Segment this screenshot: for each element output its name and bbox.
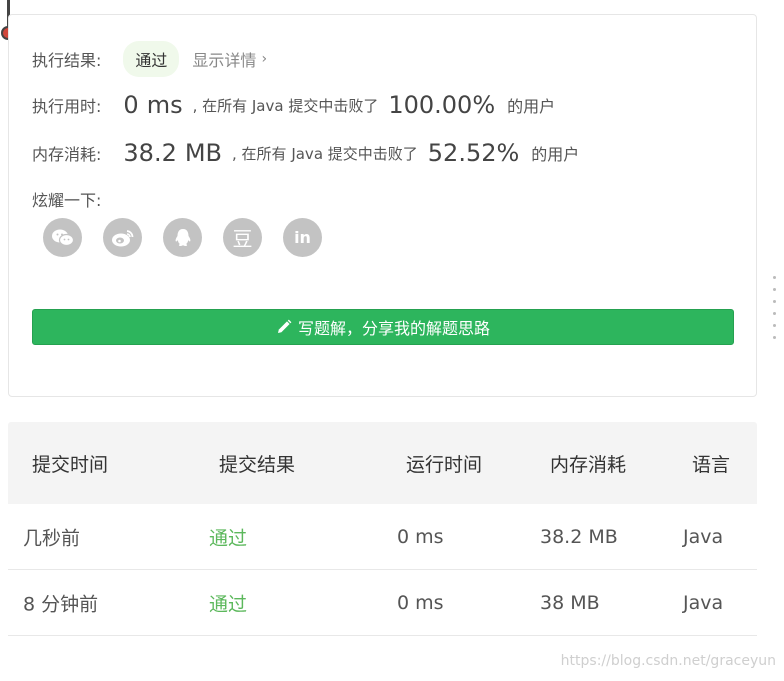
linkedin-glyph: in [294, 228, 311, 247]
runtime-users-text: 的用户 [507, 97, 556, 116]
memory-label: 内存消耗: [32, 145, 102, 164]
runtime-unit: ms [146, 91, 183, 119]
qq-icon[interactable] [163, 218, 202, 257]
table-row[interactable]: 8 分钟前 通过 0 ms 38 MB Java [8, 570, 757, 636]
result-card: 执行结果: 通过 显示详情 › 执行用时: 0 ms , 在所有 Java 提交… [8, 14, 757, 397]
write-solution-button[interactable]: 写题解，分享我的解题思路 [32, 309, 734, 345]
cell-runtime: 0 ms [397, 591, 444, 614]
memory-percent: 52.52% [427, 139, 520, 167]
runtime-label: 执行用时: [32, 97, 102, 116]
cell-language: Java [683, 591, 724, 614]
header-submit-time: 提交时间 [32, 453, 109, 476]
header-language: 语言 [692, 453, 731, 476]
douban-icon[interactable]: 豆 [223, 218, 262, 257]
header-submit-result: 提交结果 [219, 453, 296, 476]
douban-glyph: 豆 [232, 227, 253, 251]
pencil-icon [277, 319, 292, 333]
cell-time: 8 分钟前 [23, 593, 99, 615]
cell-language: Java [683, 525, 724, 548]
share-label: 炫耀一下: [32, 191, 102, 210]
memory-value: 38.2 [123, 139, 177, 167]
write-solution-label: 写题解，分享我的解题思路 [297, 319, 490, 338]
result-label: 执行结果: [32, 51, 102, 70]
memory-users-text: 的用户 [531, 145, 580, 164]
submissions-table: 提交时间 提交结果 运行时间 内存消耗 语言 几秒前 通过 0 ms 38.2 … [8, 422, 757, 636]
runtime-value: 0 [123, 91, 139, 119]
result-row: 执行结果: 通过 显示详情 › [32, 41, 267, 77]
runtime-beat-text: , 在所有 Java 提交中击败了 [192, 96, 379, 115]
cell-memory: 38.2 MB [540, 525, 618, 548]
header-memory: 内存消耗 [550, 453, 627, 476]
memory-row: 内存消耗: 38.2 MB , 在所有 Java 提交中击败了 52.52% 的… [32, 139, 579, 167]
runtime-percent: 100.00% [388, 91, 496, 119]
show-details-label: 显示详情 [192, 51, 257, 70]
share-icons: 豆 in [43, 218, 322, 257]
memory-beat-text: , 在所有 Java 提交中击败了 [232, 144, 418, 163]
header-runtime: 运行时间 [406, 453, 483, 476]
cell-runtime: 0 ms [397, 525, 444, 548]
status-badge: 通过 [123, 41, 180, 77]
cell-result-link[interactable]: 通过 [209, 589, 247, 616]
watermark: https://blog.csdn.net/graceyun [560, 653, 776, 669]
resize-handle[interactable] [773, 276, 777, 348]
linkedin-icon[interactable]: in [283, 218, 322, 257]
wechat-icon[interactable] [43, 218, 82, 257]
chevron-right-icon: › [261, 51, 268, 67]
share-row: 炫耀一下: [32, 187, 101, 211]
cell-memory: 38 MB [540, 591, 600, 614]
weibo-icon[interactable] [103, 218, 142, 257]
memory-unit: MB [184, 139, 223, 167]
table-header: 提交时间 提交结果 运行时间 内存消耗 语言 [8, 422, 757, 504]
table-row[interactable]: 几秒前 通过 0 ms 38.2 MB Java [8, 504, 757, 570]
cell-result-link[interactable]: 通过 [209, 523, 247, 550]
show-details-link[interactable]: 显示详情 › [192, 47, 267, 71]
cell-time: 几秒前 [23, 527, 81, 549]
runtime-row: 执行用时: 0 ms , 在所有 Java 提交中击败了 100.00% 的用户 [32, 91, 555, 119]
